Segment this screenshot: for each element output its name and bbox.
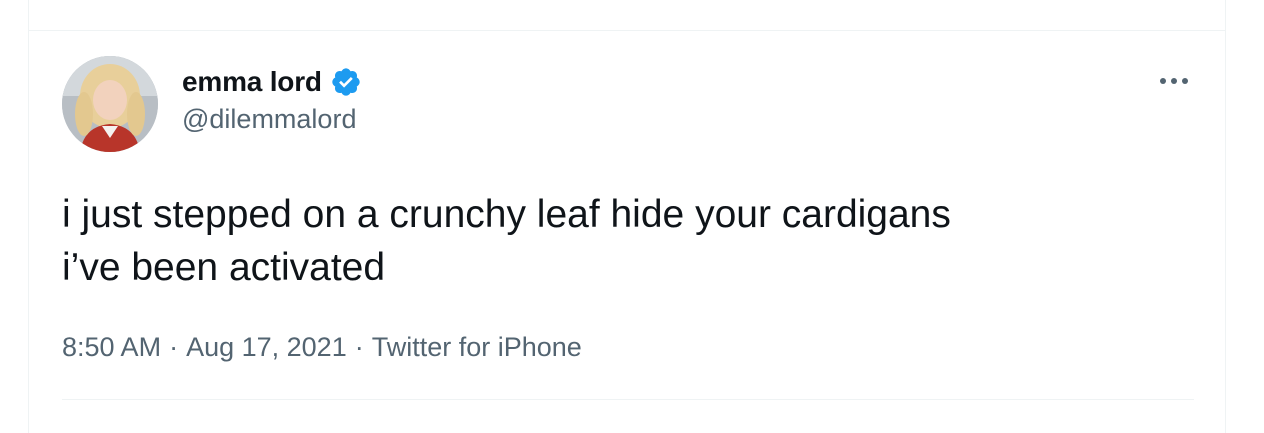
- tweet-meta: 8:50 AM · Aug 17, 2021 · Twitter for iPh…: [62, 330, 582, 364]
- tweet-source[interactable]: Twitter for iPhone: [372, 332, 582, 363]
- tweet-text: i just stepped on a crunchy leaf hide yo…: [62, 193, 951, 289]
- author-display-name[interactable]: emma lord: [182, 66, 322, 98]
- author-handle[interactable]: @dilemmalord: [182, 104, 356, 135]
- more-options-button[interactable]: [1156, 68, 1192, 94]
- meta-separator: ·: [354, 331, 364, 362]
- top-divider: [28, 30, 1226, 31]
- more-horizontal-icon: [1160, 78, 1188, 84]
- tweet-date[interactable]: Aug 17, 2021: [186, 332, 347, 363]
- author-name-row[interactable]: emma lord: [182, 64, 362, 100]
- tweet-time[interactable]: 8:50 AM: [62, 332, 161, 363]
- avatar-photo-icon: [62, 56, 158, 152]
- avatar[interactable]: [62, 56, 158, 152]
- verified-badge-icon: [330, 66, 362, 98]
- meta-separator: ·: [169, 331, 179, 362]
- bottom-divider: [62, 399, 1194, 400]
